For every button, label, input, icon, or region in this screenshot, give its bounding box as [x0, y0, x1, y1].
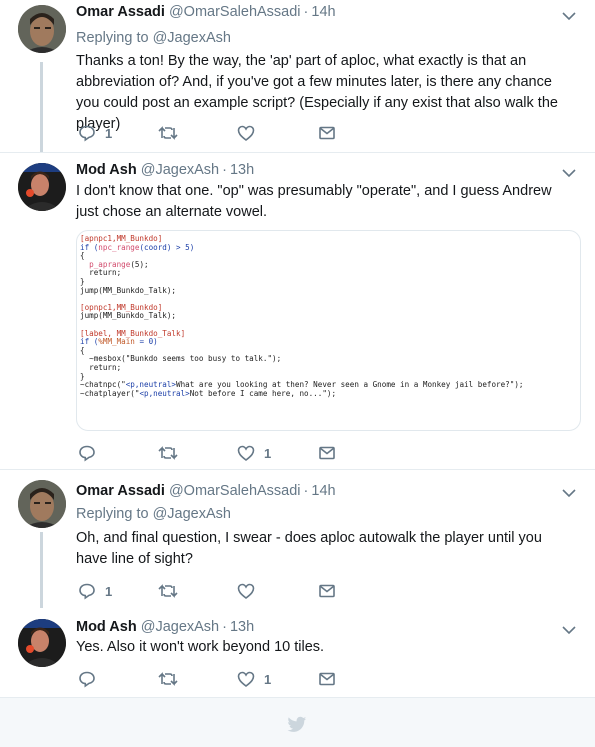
mention-link[interactable]: @JagexAsh — [153, 506, 231, 522]
reply-icon — [79, 445, 95, 462]
code-line: return; — [80, 362, 122, 372]
twitter-bird-icon — [287, 716, 307, 732]
chevron-down-icon[interactable] — [562, 625, 576, 635]
retweet-icon — [158, 672, 178, 686]
code-listing: [apnpc1,MM_Bunkdo] if (npc_range(coord) … — [77, 231, 580, 398]
like-icon — [237, 671, 255, 688]
direct-message-icon — [319, 446, 335, 460]
chevron-down-icon[interactable] — [562, 488, 576, 498]
like-icon — [237, 445, 255, 462]
tweet-actions: 1 — [76, 669, 356, 689]
reply-count: 1 — [105, 125, 113, 141]
replying-label: Replying to — [76, 30, 153, 46]
separator: · — [222, 162, 227, 178]
avatar[interactable] — [18, 480, 66, 528]
reply-button[interactable] — [78, 669, 105, 689]
user-handle[interactable]: @OmarSalehAssadi — [169, 483, 301, 499]
replying-label: Replying to — [76, 506, 153, 522]
tweet-1[interactable]: Omar Assadi @OmarSalehAssadi · 14h Replyin… — [0, 0, 595, 152]
like-icon — [237, 125, 255, 142]
like-button[interactable]: 1 — [237, 669, 271, 689]
user-handle[interactable]: @JagexAsh — [141, 162, 219, 178]
direct-message-icon — [319, 126, 335, 140]
user-handle[interactable]: @OmarSalehAssadi — [169, 4, 301, 20]
reply-button[interactable]: 1 — [78, 123, 112, 143]
replying-to: Replying to @JagexAsh — [76, 506, 231, 522]
retweet-icon — [158, 584, 178, 598]
tweet-header: Mod Ash @JagexAsh · 13h — [76, 619, 254, 635]
tweet-text: I don't know that one. "op" was presumab… — [76, 183, 552, 220]
like-button[interactable] — [237, 123, 264, 143]
reply-button[interactable] — [78, 443, 105, 463]
reply-icon — [79, 583, 95, 600]
direct-message-icon — [319, 672, 335, 686]
code-image[interactable]: [apnpc1,MM_Bunkdo] if (npc_range(coord) … — [76, 230, 581, 431]
retweet-icon — [158, 446, 178, 460]
timestamp[interactable]: 14h — [311, 4, 335, 20]
code-line: jump(MM_Bunkdo_Talk); — [80, 311, 177, 321]
tweet-actions: 1 — [76, 581, 356, 601]
separator: · — [222, 619, 227, 635]
divider — [0, 697, 595, 698]
retweet-icon — [158, 126, 178, 140]
mention-link[interactable]: @JagexAsh — [153, 30, 231, 46]
tweet-text: Oh, and final question, I swear - does a… — [76, 530, 542, 567]
like-count: 1 — [264, 445, 272, 461]
reply-icon — [79, 125, 95, 142]
replying-to: Replying to @JagexAsh — [76, 30, 231, 46]
retweet-button[interactable] — [157, 669, 188, 689]
tweet-actions: 1 — [76, 443, 356, 463]
user-name[interactable]: Omar Assadi — [76, 483, 165, 499]
direct-message-icon — [319, 584, 335, 598]
thread-line — [40, 62, 43, 152]
chevron-down-icon[interactable] — [562, 11, 576, 21]
retweet-button[interactable] — [157, 123, 188, 143]
direct-message-button[interactable] — [318, 669, 336, 689]
user-name[interactable]: Mod Ash — [76, 619, 137, 635]
tweet-header: Mod Ash @JagexAsh · 13h — [76, 162, 254, 178]
separator: · — [303, 4, 309, 20]
retweet-button[interactable] — [157, 581, 188, 601]
tweet-3[interactable]: Omar Assadi @OmarSalehAssadi · 14h Replyin… — [0, 470, 595, 608]
code-line: ~chatplayer("<p,neutral>Not before I cam… — [80, 388, 337, 398]
like-button[interactable] — [237, 581, 264, 601]
timestamp[interactable]: 13h — [230, 619, 254, 635]
retweet-button[interactable] — [157, 443, 188, 463]
timestamp[interactable]: 13h — [230, 162, 254, 178]
user-handle[interactable]: @JagexAsh — [141, 619, 219, 635]
like-button[interactable]: 1 — [237, 443, 271, 463]
user-name[interactable]: Omar Assadi — [76, 4, 165, 20]
timestamp[interactable]: 14h — [311, 483, 335, 499]
thread-line — [40, 532, 43, 608]
like-icon — [237, 583, 255, 600]
chevron-down-icon[interactable] — [562, 168, 576, 178]
avatar[interactable] — [18, 5, 66, 53]
direct-message-button[interactable] — [318, 581, 336, 601]
code-line: if (%MM_Main = 0) — [80, 337, 158, 347]
separator: · — [303, 483, 309, 499]
user-name[interactable]: Mod Ash — [76, 162, 137, 178]
reply-icon — [79, 671, 95, 688]
direct-message-button[interactable] — [318, 443, 336, 463]
avatar[interactable] — [18, 163, 66, 211]
tweet-text: Yes. Also it won't work beyond 10 tiles. — [76, 639, 325, 655]
reply-count: 1 — [105, 583, 113, 599]
code-line: if (npc_range(coord) > 5) — [80, 242, 195, 252]
tweet-actions: 1 — [76, 123, 356, 143]
avatar[interactable] — [18, 619, 66, 667]
code-line: return; — [80, 268, 122, 278]
direct-message-button[interactable] — [318, 123, 336, 143]
tweet-header: Omar Assadi @OmarSalehAssadi · 14h — [76, 483, 336, 499]
tweet-header: Omar Assadi @OmarSalehAssadi · 14h — [76, 4, 336, 20]
reply-button[interactable]: 1 — [78, 581, 112, 601]
tweet-4[interactable]: Mod Ash @JagexAsh · 13h Yes. Also it won't… — [0, 608, 595, 697]
code-line: jump(MM_Bunkdo_Talk); — [80, 285, 177, 295]
like-count: 1 — [264, 671, 272, 687]
